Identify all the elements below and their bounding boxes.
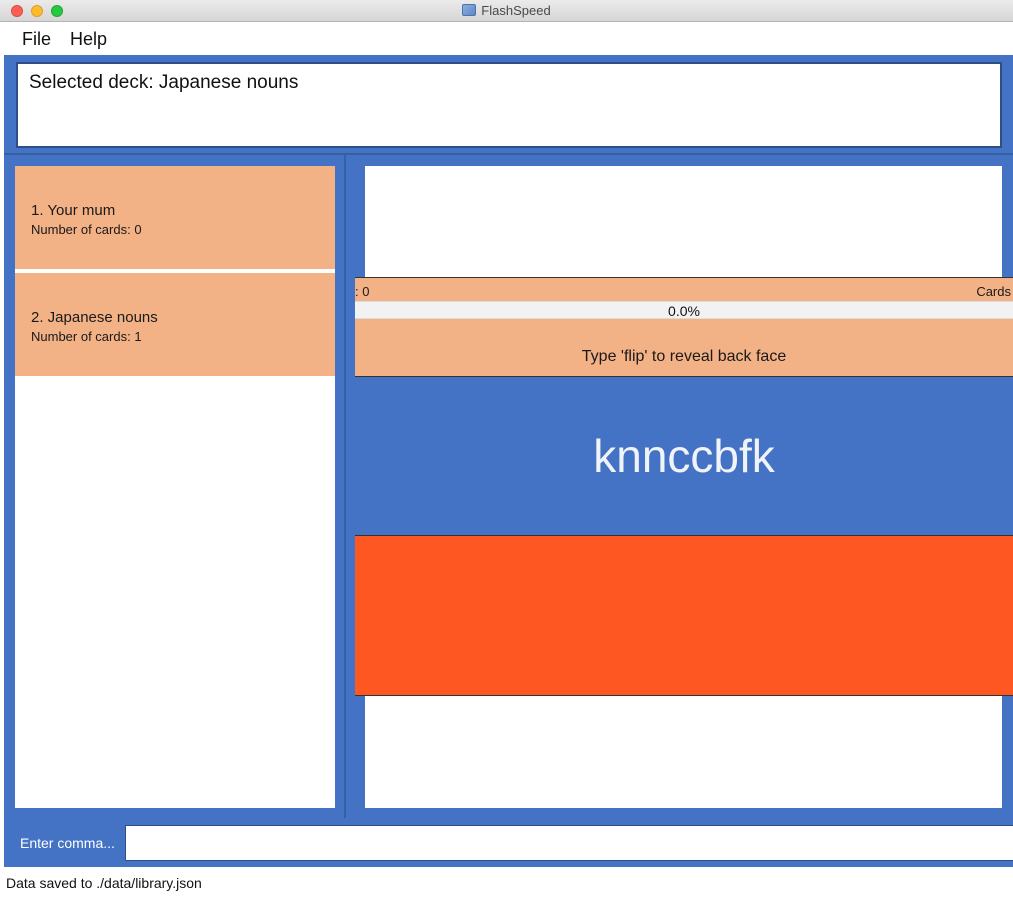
window-title-container: FlashSpeed xyxy=(0,3,1013,18)
title-bar: FlashSpeed xyxy=(0,0,1013,22)
deck-list-item[interactable]: 2. Japanese nouns Number of cards: 1 xyxy=(15,273,335,378)
stat-cards: Cards xyxy=(976,284,1011,299)
progress-bar: 0.0% xyxy=(355,301,1013,319)
progress-label: 0.0% xyxy=(668,303,700,319)
app-icon xyxy=(462,4,477,16)
deck-name: 2. Japanese nouns xyxy=(31,309,158,326)
result-display: Selected deck: Japanese nouns xyxy=(16,62,1002,148)
command-input[interactable] xyxy=(125,825,1013,861)
card-back-face xyxy=(355,536,1013,696)
stat-score: : 0 xyxy=(355,284,370,299)
status-bar: Data saved to ./data/library.json xyxy=(0,867,1013,899)
horizontal-divider[interactable] xyxy=(4,153,1013,155)
split-pane-divider[interactable] xyxy=(344,155,346,818)
review-stats: : 0 Cards xyxy=(355,277,1013,301)
card-front-text: knnccbfk xyxy=(593,430,775,482)
command-label: Enter comma... xyxy=(20,835,115,851)
deck-list[interactable]: 1. Your mum Number of cards: 0 2. Japane… xyxy=(15,166,335,808)
deck-list-item[interactable]: 1. Your mum Number of cards: 0 xyxy=(15,166,335,271)
menu-file[interactable]: File xyxy=(22,29,51,50)
deck-card-count: Number of cards: 0 xyxy=(31,222,142,237)
result-text: Selected deck: Japanese nouns xyxy=(29,72,299,93)
card-front-face: knnccbfk xyxy=(355,377,1013,536)
window-title: FlashSpeed xyxy=(481,3,551,18)
main-panel: Selected deck: Japanese nouns 1. Your mu… xyxy=(4,55,1013,867)
deck-card-count: Number of cards: 1 xyxy=(31,329,142,344)
menu-help[interactable]: Help xyxy=(70,29,107,50)
deck-name: 1. Your mum xyxy=(31,202,116,219)
menu-bar: File Help xyxy=(0,22,1013,55)
status-text: Data saved to ./data/library.json xyxy=(6,875,202,891)
flip-hint: Type 'flip' to reveal back face xyxy=(355,319,1013,377)
flip-hint-text: Type 'flip' to reveal back face xyxy=(581,348,787,365)
